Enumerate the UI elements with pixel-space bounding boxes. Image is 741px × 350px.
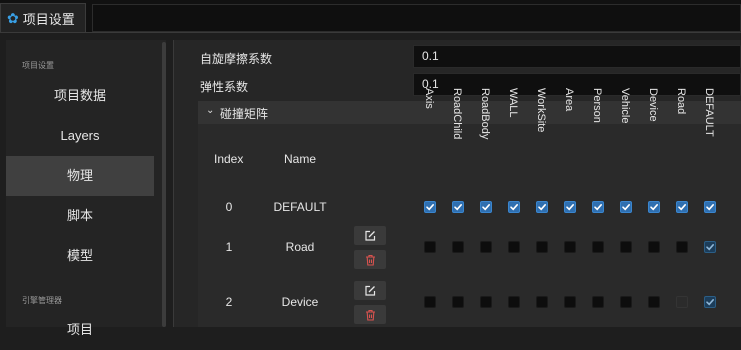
collision-checkbox-road-roadchild[interactable] bbox=[452, 241, 464, 253]
sidebar-item-physics[interactable]: 物理 bbox=[6, 156, 154, 196]
collision-checkbox-road-vehicle[interactable] bbox=[620, 241, 632, 253]
row-index: 2 bbox=[225, 295, 233, 309]
panel-divider bbox=[173, 40, 174, 327]
sidebar-scrollbar[interactable] bbox=[162, 42, 166, 327]
layer-header-device: Device bbox=[647, 88, 659, 122]
layer-header-wall: WALL bbox=[507, 88, 519, 118]
collision-checkbox-road-roadbody[interactable] bbox=[480, 241, 492, 253]
collision-checkbox-default-area[interactable] bbox=[564, 201, 576, 213]
collision-checkbox-default-wall[interactable] bbox=[508, 201, 520, 213]
collision-checkbox-road-area[interactable] bbox=[564, 241, 576, 253]
index-column-header: Index bbox=[214, 152, 244, 166]
layer-header-roadbody: RoadBody bbox=[479, 88, 491, 140]
row-index: 0 bbox=[225, 200, 233, 214]
row-index: 1 bbox=[225, 240, 233, 254]
collision-checkbox-device-worksite[interactable] bbox=[536, 296, 548, 308]
sidebar-item-partial[interactable]: 项目 bbox=[6, 310, 154, 350]
divider bbox=[0, 32, 741, 33]
collision-checkbox-road-wall[interactable] bbox=[508, 241, 520, 253]
gear-icon: ✿ bbox=[7, 10, 19, 26]
edit-button[interactable] bbox=[354, 281, 386, 300]
layer-header-road: Road bbox=[675, 88, 687, 115]
collision-checkbox-device-roadchild[interactable] bbox=[452, 296, 464, 308]
sidebar-section-project: 项目设置 bbox=[22, 61, 54, 70]
layer-header-roadchild: RoadChild bbox=[451, 88, 463, 140]
collision-checkbox-default-default[interactable] bbox=[704, 201, 716, 213]
physics-panel: 自旋摩擦系数 0.1 弹性系数 0.1 ⌄ 碰撞矩阵 bbox=[173, 40, 741, 327]
collision-checkbox-device-road[interactable] bbox=[676, 296, 688, 308]
layer-header-axis: Axis bbox=[423, 88, 435, 109]
sidebar-item-models[interactable]: 模型 bbox=[6, 236, 154, 276]
collision-checkbox-road-device[interactable] bbox=[648, 241, 660, 253]
tab-label: 项目设置 bbox=[22, 11, 75, 27]
friction-label: 自旋摩擦系数 bbox=[200, 52, 273, 66]
layer-header-person: Person bbox=[591, 88, 603, 123]
sidebar-item-project-data[interactable]: 项目数据 bbox=[6, 76, 154, 116]
sidebar-section-engine: 引擎管理器 bbox=[22, 296, 62, 305]
chevron-down-icon: ⌄ bbox=[206, 105, 215, 116]
collision-checkbox-device-person[interactable] bbox=[592, 296, 604, 308]
collision-checkbox-device-vehicle[interactable] bbox=[620, 296, 632, 308]
row-name: Device bbox=[281, 295, 319, 309]
tab-project-settings[interactable]: ✿ 项目设置 bbox=[0, 3, 86, 32]
collision-checkbox-road-road[interactable] bbox=[676, 241, 688, 253]
trash-icon bbox=[365, 309, 375, 321]
collision-checkbox-road-worksite[interactable] bbox=[536, 241, 548, 253]
restitution-label: 弹性系数 bbox=[200, 80, 249, 94]
collision-checkbox-default-person[interactable] bbox=[592, 201, 604, 213]
collision-matrix-header[interactable]: ⌄ 碰撞矩阵 bbox=[198, 101, 741, 124]
tab-bar: ✿ 项目设置 bbox=[0, 0, 741, 32]
edit-icon bbox=[365, 230, 376, 241]
collision-checkbox-default-road[interactable] bbox=[676, 201, 688, 213]
name-column-header: Name bbox=[284, 152, 317, 166]
collision-checkbox-default-worksite[interactable] bbox=[536, 201, 548, 213]
collision-checkbox-road-person[interactable] bbox=[592, 241, 604, 253]
collision-checkbox-default-vehicle[interactable] bbox=[620, 201, 632, 213]
collision-checkbox-road-axis[interactable] bbox=[424, 241, 436, 253]
collision-checkbox-device-wall[interactable] bbox=[508, 296, 520, 308]
collision-checkbox-default-axis[interactable] bbox=[424, 201, 436, 213]
collision-matrix-title: 碰撞矩阵 bbox=[220, 107, 269, 121]
sidebar-item-layers[interactable]: Layers bbox=[6, 116, 154, 156]
row-name: Road bbox=[285, 240, 315, 254]
collision-checkbox-device-roadbody[interactable] bbox=[480, 296, 492, 308]
delete-button[interactable] bbox=[354, 305, 386, 324]
layer-header-default: DEFAULT bbox=[703, 88, 715, 137]
sidebar: 项目设置 项目数据 Layers 物理 脚本 模型 引擎管理器 项目 bbox=[6, 40, 166, 337]
collision-checkbox-device-axis[interactable] bbox=[424, 296, 436, 308]
row-name: DEFAULT bbox=[273, 200, 327, 214]
collision-checkbox-road-default[interactable] bbox=[704, 241, 716, 253]
tab-strip bbox=[92, 4, 741, 32]
collision-checkbox-device-default[interactable] bbox=[704, 296, 716, 308]
edit-icon bbox=[365, 285, 376, 296]
collision-checkbox-default-roadchild[interactable] bbox=[452, 201, 464, 213]
collision-checkbox-device-device[interactable] bbox=[648, 296, 660, 308]
delete-button[interactable] bbox=[354, 250, 386, 269]
collision-checkbox-default-device[interactable] bbox=[648, 201, 660, 213]
friction-input[interactable]: 0.1 bbox=[413, 45, 741, 68]
layer-header-area: Area bbox=[563, 88, 575, 112]
trash-icon bbox=[365, 254, 375, 266]
layer-header-worksite: WorkSite bbox=[535, 88, 547, 133]
collision-checkbox-default-roadbody[interactable] bbox=[480, 201, 492, 213]
edit-button[interactable] bbox=[354, 226, 386, 245]
collision-checkbox-device-area[interactable] bbox=[564, 296, 576, 308]
sidebar-item-scripts[interactable]: 脚本 bbox=[6, 196, 154, 236]
layer-header-vehicle: Vehicle bbox=[619, 88, 631, 124]
